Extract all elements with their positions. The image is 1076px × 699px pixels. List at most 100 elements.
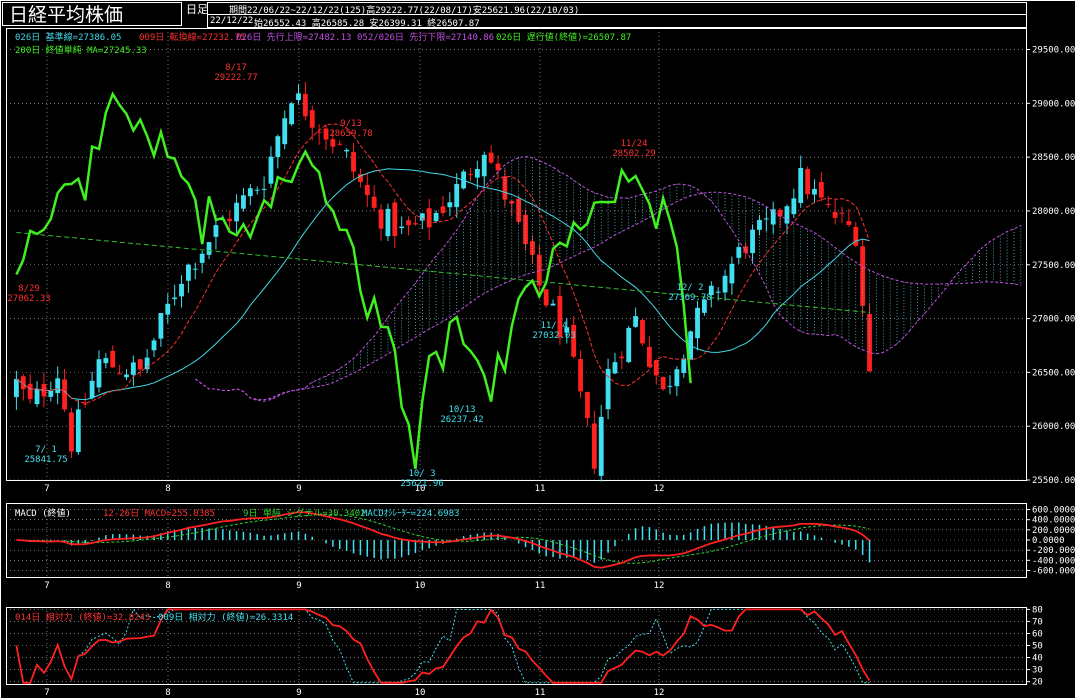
candle-body	[275, 136, 281, 157]
rsi-y-tick-label: 60	[1032, 629, 1043, 639]
macd-title: MACD (終値)	[15, 509, 71, 519]
candle-body	[812, 188, 817, 195]
legend-chikou: 026日 遅行値(終値)=26507.87	[496, 33, 632, 43]
macd-y-tick-label: 200.0000	[1032, 526, 1075, 536]
macd-y-tick-label: -600.0000	[1032, 566, 1076, 576]
legend-kijun: 026日 基準線=27386.05	[15, 33, 122, 43]
x-tick-label: 12	[654, 484, 665, 494]
candle-body	[591, 423, 597, 469]
annotation-value: 28659.78	[329, 129, 372, 139]
candle-body	[715, 291, 721, 293]
candle-body	[158, 313, 164, 339]
candle-body	[282, 118, 288, 145]
annotation-date: 11/ 4	[540, 321, 567, 331]
x-tick-label: 11	[535, 688, 546, 698]
annotation-value: 26237.42	[440, 415, 483, 425]
candle-body	[413, 223, 418, 225]
candle-body	[791, 198, 797, 215]
candle-body	[261, 188, 267, 190]
candle-body	[110, 350, 116, 368]
candle-body	[406, 220, 411, 226]
outer-frame	[0, 0, 1076, 699]
y-tick-label: 29500.00	[1032, 46, 1075, 56]
candle-body	[784, 206, 790, 224]
candle-body	[667, 385, 673, 387]
candle-body	[337, 143, 343, 145]
annotation-value: 29222.77	[214, 73, 257, 83]
candle-body	[130, 362, 136, 375]
macd-y-tick-label: -400.0000	[1032, 556, 1076, 566]
candle-body	[585, 391, 590, 418]
legend-ma200: 200日 終値単純 MA=27245.33	[15, 46, 147, 56]
macd-y-tick-label: 0.0000	[1032, 536, 1065, 546]
annotation-date: 7/ 1	[35, 445, 57, 455]
candle-body	[289, 103, 295, 125]
candle-body	[825, 204, 831, 206]
macd-legend-signal: 9日 単純 シグナル=30.3402	[243, 509, 366, 519]
candle-body	[474, 168, 480, 178]
rsi-y-tick-label: 70	[1032, 617, 1043, 627]
candle-body	[805, 169, 811, 195]
candle-body	[536, 254, 542, 286]
candle-body	[488, 152, 494, 163]
candle-body	[481, 154, 487, 177]
x-tick-label: 9	[296, 688, 301, 698]
main-panel-frame	[6, 28, 1027, 481]
rsi-y-tick-label: 50	[1032, 642, 1043, 652]
candle-body	[302, 93, 308, 117]
candle-body	[62, 379, 67, 410]
x-tick-label: 7	[44, 688, 49, 698]
annotation-date: 10/ 3	[408, 469, 435, 479]
candle-body	[640, 319, 645, 344]
candle-body	[234, 202, 239, 222]
candle-body	[674, 369, 680, 387]
rsi-y-tick-label: 40	[1032, 654, 1043, 664]
x-tick-label: 8	[165, 484, 170, 494]
candle-body	[681, 358, 687, 373]
candle-body	[124, 374, 129, 378]
candle-body	[846, 221, 852, 225]
candle-body	[612, 362, 618, 374]
legend-senkou1: 026日 先行上限=27482.13	[236, 33, 352, 43]
macd-y-tick-label: 400.0000	[1032, 516, 1075, 526]
x-tick-label: 7	[44, 581, 49, 591]
annotation-value: 27369.78	[668, 293, 711, 303]
candle-body	[626, 327, 632, 363]
candle-body	[241, 195, 246, 209]
candle-body	[619, 356, 625, 359]
annotation-value: 27032.03	[532, 331, 575, 341]
rsi-y-tick-label: 30	[1032, 666, 1043, 676]
annotation-value: 25621.96	[400, 479, 443, 489]
macd-signal-line	[16, 513, 870, 564]
candle-body	[454, 183, 460, 208]
chart-canvas: 29500.00 29000.00 28500.00 28000.00 27500.00…	[0, 0, 1076, 699]
candle-body	[247, 188, 253, 197]
candle-body	[523, 214, 528, 245]
macd-legend-macd: 12-26日 MACD=255.0385	[103, 509, 215, 519]
legend-senkou2: 052/026日 先行下限=27140.86	[357, 33, 495, 43]
annotation-date: 11/24	[620, 139, 647, 149]
candle-body	[378, 209, 384, 229]
candle-body	[117, 373, 123, 375]
candle-body	[296, 93, 301, 101]
candle-body	[646, 346, 652, 367]
candle-body	[550, 303, 556, 306]
annotation-value: 27062.33	[7, 294, 50, 304]
candle-body	[543, 289, 549, 306]
current-date: 22/12/22	[210, 16, 254, 26]
candle-body	[853, 226, 859, 246]
candle-body	[385, 208, 391, 237]
legend-tenkan: 009日 転換線=27232.75	[139, 33, 246, 43]
x-tick-label: 11	[535, 581, 546, 591]
candle-body	[695, 307, 700, 339]
x-tick-label: 10	[415, 581, 426, 591]
rsi-legend-14: 014日 相対力 (終値)=32.8243	[15, 613, 151, 623]
candle-body	[736, 247, 742, 258]
rsi-y-tick-label: 80	[1032, 605, 1043, 615]
candle-body	[268, 156, 274, 184]
current-ohlc: 始26552.43 高26585.28 安26399.31 終26507.87	[254, 19, 480, 29]
annotation-value: 28502.29	[612, 149, 655, 159]
rsi-y-tick-label: 20	[1032, 678, 1043, 688]
candle-body	[137, 359, 143, 370]
candle-body	[69, 412, 74, 452]
